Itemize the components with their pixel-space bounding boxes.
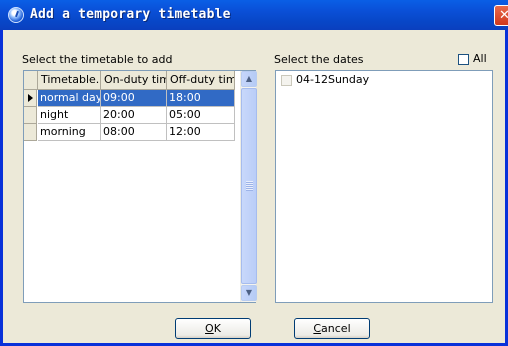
- clock-icon: [8, 7, 24, 23]
- date-checkbox[interactable]: [281, 75, 292, 86]
- cancel-label: ancel: [321, 322, 351, 335]
- all-checkbox[interactable]: [458, 54, 469, 65]
- table-cell-on-duty[interactable]: 08:00: [101, 124, 167, 141]
- dialog-window: Add a temporary timetable ✕ Select the t…: [0, 0, 508, 346]
- all-checkbox-label[interactable]: All: [473, 52, 487, 65]
- row-header[interactable]: [24, 124, 37, 141]
- grip-icon: [246, 181, 253, 191]
- dates-list[interactable]: 04-12Sunday: [275, 70, 493, 303]
- table-cell-name[interactable]: morning: [38, 124, 101, 141]
- row-indicator-arrow-icon: [28, 94, 33, 102]
- close-button[interactable]: ✕: [494, 5, 508, 26]
- timetable-section-label: Select the timetable to add: [22, 53, 173, 66]
- scrollbar-thumb[interactable]: [241, 88, 257, 284]
- scroll-up-button[interactable]: ▲: [241, 71, 257, 87]
- cancel-mnemonic: C: [313, 322, 322, 335]
- timetable-grid[interactable]: Timetable... On-duty time Off-duty time …: [23, 70, 257, 303]
- ok-label: K: [213, 322, 221, 335]
- table-cell-off-duty[interactable]: 18:00: [167, 90, 235, 107]
- table-cell-on-duty[interactable]: 20:00: [101, 107, 167, 124]
- column-header-on-duty[interactable]: On-duty time: [101, 71, 167, 90]
- cancel-button[interactable]: Cancel: [294, 318, 370, 339]
- table-cell-off-duty[interactable]: 12:00: [167, 124, 235, 141]
- scroll-down-button[interactable]: ▼: [241, 285, 257, 301]
- table-cell-name[interactable]: night: [38, 107, 101, 124]
- table-cell-name[interactable]: normal day: [38, 90, 101, 107]
- table-cell-on-duty[interactable]: 09:00: [101, 90, 167, 107]
- column-header-off-duty[interactable]: Off-duty time: [167, 71, 235, 90]
- ok-mnemonic: O: [205, 322, 214, 335]
- ok-button[interactable]: OK: [175, 318, 251, 339]
- close-icon: ✕: [499, 8, 508, 23]
- grid-corner-header: [24, 71, 38, 90]
- row-header[interactable]: [24, 107, 37, 124]
- date-label: 04-12Sunday: [296, 73, 370, 86]
- column-header-timetable[interactable]: Timetable...: [38, 71, 101, 90]
- window-title: Add a temporary timetable: [30, 7, 231, 22]
- grid-vertical-scrollbar[interactable]: ▲ ▼: [240, 71, 257, 302]
- table-cell-off-duty[interactable]: 05:00: [167, 107, 235, 124]
- title-bar[interactable]: Add a temporary timetable ✕: [0, 0, 508, 30]
- row-header-selected[interactable]: [24, 90, 37, 107]
- scroll-down-icon: ▼: [245, 288, 253, 297]
- scroll-up-icon: ▲: [245, 74, 253, 83]
- dates-section-label: Select the dates: [274, 53, 364, 66]
